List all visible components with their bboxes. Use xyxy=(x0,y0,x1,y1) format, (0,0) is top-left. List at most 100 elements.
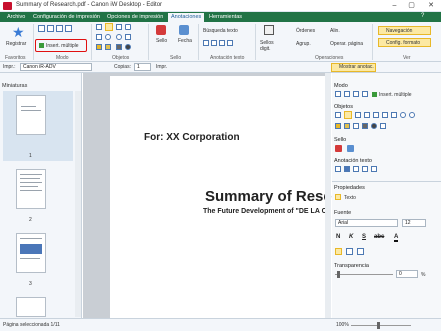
tab-config-impresion[interactable]: Configuración de impresión xyxy=(30,13,103,22)
zoom-slider-thumb[interactable] xyxy=(377,322,380,329)
strikethrough-button[interactable]: abc xyxy=(374,234,384,240)
align-center-button[interactable] xyxy=(346,248,353,255)
panel-pointer-icon[interactable] xyxy=(335,112,341,118)
panel-link-icon[interactable] xyxy=(364,112,370,118)
stamp-icon[interactable] xyxy=(156,25,166,35)
panel-text-annot-icon-2[interactable] xyxy=(344,166,350,172)
bold-button[interactable]: N xyxy=(336,234,340,240)
font-color-button[interactable]: A xyxy=(394,234,399,242)
zoom-icon[interactable] xyxy=(65,25,72,32)
panel-arrow-icon[interactable] xyxy=(373,112,379,118)
transparency-slider[interactable] xyxy=(335,274,393,275)
filled-circle-icon[interactable] xyxy=(125,44,131,50)
text-annot-icon-3[interactable] xyxy=(219,40,225,46)
panel-text-annot-icon-4[interactable] xyxy=(362,166,368,172)
panel-polygon-icon[interactable] xyxy=(353,123,359,129)
digital-stamp-icon[interactable] xyxy=(264,25,274,35)
panel-rect-icon[interactable] xyxy=(391,112,397,118)
tab-anotaciones[interactable]: Anotaciones xyxy=(168,13,205,22)
hand-icon[interactable] xyxy=(56,25,63,32)
thumbnail-page-4[interactable] xyxy=(16,297,46,317)
sello-section-title: Sello xyxy=(334,137,347,143)
thumbnail-page-3[interactable] xyxy=(16,233,46,273)
text-tool-icon[interactable] xyxy=(105,23,113,31)
marker-icon[interactable] xyxy=(105,44,111,50)
note-icon[interactable] xyxy=(116,24,122,30)
ellipse-icon[interactable] xyxy=(105,34,111,40)
printer-select[interactable]: Canon iR-ADV xyxy=(20,63,92,71)
transparency-value-input[interactable]: 0 xyxy=(396,270,418,278)
panel-eraser-icon[interactable] xyxy=(380,123,386,129)
panel-pen-icon[interactable] xyxy=(335,123,341,129)
thumbnail-page-2[interactable] xyxy=(16,169,46,209)
registrar-label[interactable]: Registrar xyxy=(6,41,26,47)
panel-stamp-icon[interactable] xyxy=(335,145,342,152)
insert-multiple-button[interactable]: Insert. múltiple xyxy=(46,43,79,49)
sellos-digit-button[interactable]: Sellos digit. xyxy=(260,40,274,52)
tab-opciones-impresion[interactable]: Opciones de impresión xyxy=(104,13,166,22)
align-right-button[interactable] xyxy=(357,248,364,255)
pointer-icon[interactable] xyxy=(96,24,102,30)
thumbnail-page-1[interactable] xyxy=(16,95,46,135)
panel-zoom-icon[interactable] xyxy=(362,91,368,97)
polygon-icon[interactable] xyxy=(125,34,131,40)
star-icon[interactable]: ★ xyxy=(12,25,26,39)
pen-icon[interactable] xyxy=(96,44,102,50)
panel-select-icon[interactable] xyxy=(335,91,341,97)
font-family-select[interactable]: Arial xyxy=(335,219,398,227)
italic-button[interactable]: K xyxy=(349,234,353,240)
zoom-slider[interactable] xyxy=(351,325,411,326)
panel-ellipse-icon[interactable] xyxy=(400,112,406,118)
text-annot-icon-1[interactable] xyxy=(203,40,209,46)
status-selection-text: Página seleccionada 1/11 xyxy=(3,322,60,328)
help-icon[interactable]: ? xyxy=(421,13,424,19)
tab-herramientas[interactable]: Herramientas xyxy=(206,13,245,22)
filled-rect-icon[interactable] xyxy=(116,44,122,50)
busqueda-texto-button[interactable]: Búsqueda texto xyxy=(203,28,238,34)
panel-marker-icon[interactable] xyxy=(344,123,350,129)
panel-hand-icon[interactable] xyxy=(353,91,359,97)
fecha-button[interactable]: Fecha xyxy=(178,38,192,44)
panel-date-icon[interactable] xyxy=(347,145,354,152)
print-button[interactable]: Impr. xyxy=(156,64,167,70)
panel-text-annot-icon-5[interactable] xyxy=(371,166,377,172)
select-mode-icon[interactable] xyxy=(38,25,45,32)
agrup-button[interactable]: Agrup. xyxy=(296,41,311,47)
group-label-favoritos: Favoritos xyxy=(5,55,26,61)
right-panel: Modo Insert. múltiple Objetos Sello Anot… xyxy=(332,73,441,318)
panel-insert-multiple-button[interactable]: Insert. múltiple xyxy=(379,92,412,98)
panel-circle-icon[interactable] xyxy=(409,112,415,118)
copies-input[interactable]: 1 xyxy=(134,63,151,71)
panel-filled-rect-icon[interactable] xyxy=(362,123,368,129)
rectangle-icon[interactable] xyxy=(96,34,102,40)
align-left-button[interactable] xyxy=(335,248,342,255)
minimize-button[interactable]: – xyxy=(386,0,403,11)
font-size-select[interactable]: 12 xyxy=(402,219,426,227)
operar-pagina-button[interactable]: Operar. página xyxy=(330,41,363,47)
tab-archivo[interactable]: Archivo xyxy=(4,13,28,22)
circle-icon[interactable] xyxy=(116,34,122,40)
alin-button[interactable]: Alin. xyxy=(330,28,340,34)
thumbnail-scrollbar[interactable] xyxy=(75,91,81,317)
text-select-icon[interactable] xyxy=(47,25,54,32)
panel-filled-circle-icon[interactable] xyxy=(371,123,377,129)
panel-note-icon[interactable] xyxy=(355,112,361,118)
panel-line-icon[interactable] xyxy=(382,112,388,118)
document-scrollbar[interactable] xyxy=(325,73,331,318)
link-icon[interactable] xyxy=(125,24,131,30)
close-button[interactable]: ✕ xyxy=(421,0,441,11)
panel-text-tool-icon[interactable] xyxy=(344,111,352,119)
text-annot-icon-2[interactable] xyxy=(211,40,217,46)
sello-button[interactable]: Sello xyxy=(156,38,167,44)
panel-text-select-icon[interactable] xyxy=(344,91,350,97)
maximize-button[interactable]: ▢ xyxy=(403,0,420,11)
panel-text-annot-icon-1[interactable] xyxy=(335,166,341,172)
transparency-slider-thumb[interactable] xyxy=(337,271,340,278)
panel-text-annot-icon-3[interactable] xyxy=(353,166,359,172)
ordenes-button[interactable]: Órdenes xyxy=(296,28,315,34)
text-annot-icon-4[interactable] xyxy=(227,40,233,46)
transparencia-label: Transparencia xyxy=(334,263,369,269)
group-label-operaciones: Operaciones xyxy=(315,55,344,61)
date-icon[interactable] xyxy=(179,25,189,35)
underline-button[interactable]: S xyxy=(362,234,366,240)
